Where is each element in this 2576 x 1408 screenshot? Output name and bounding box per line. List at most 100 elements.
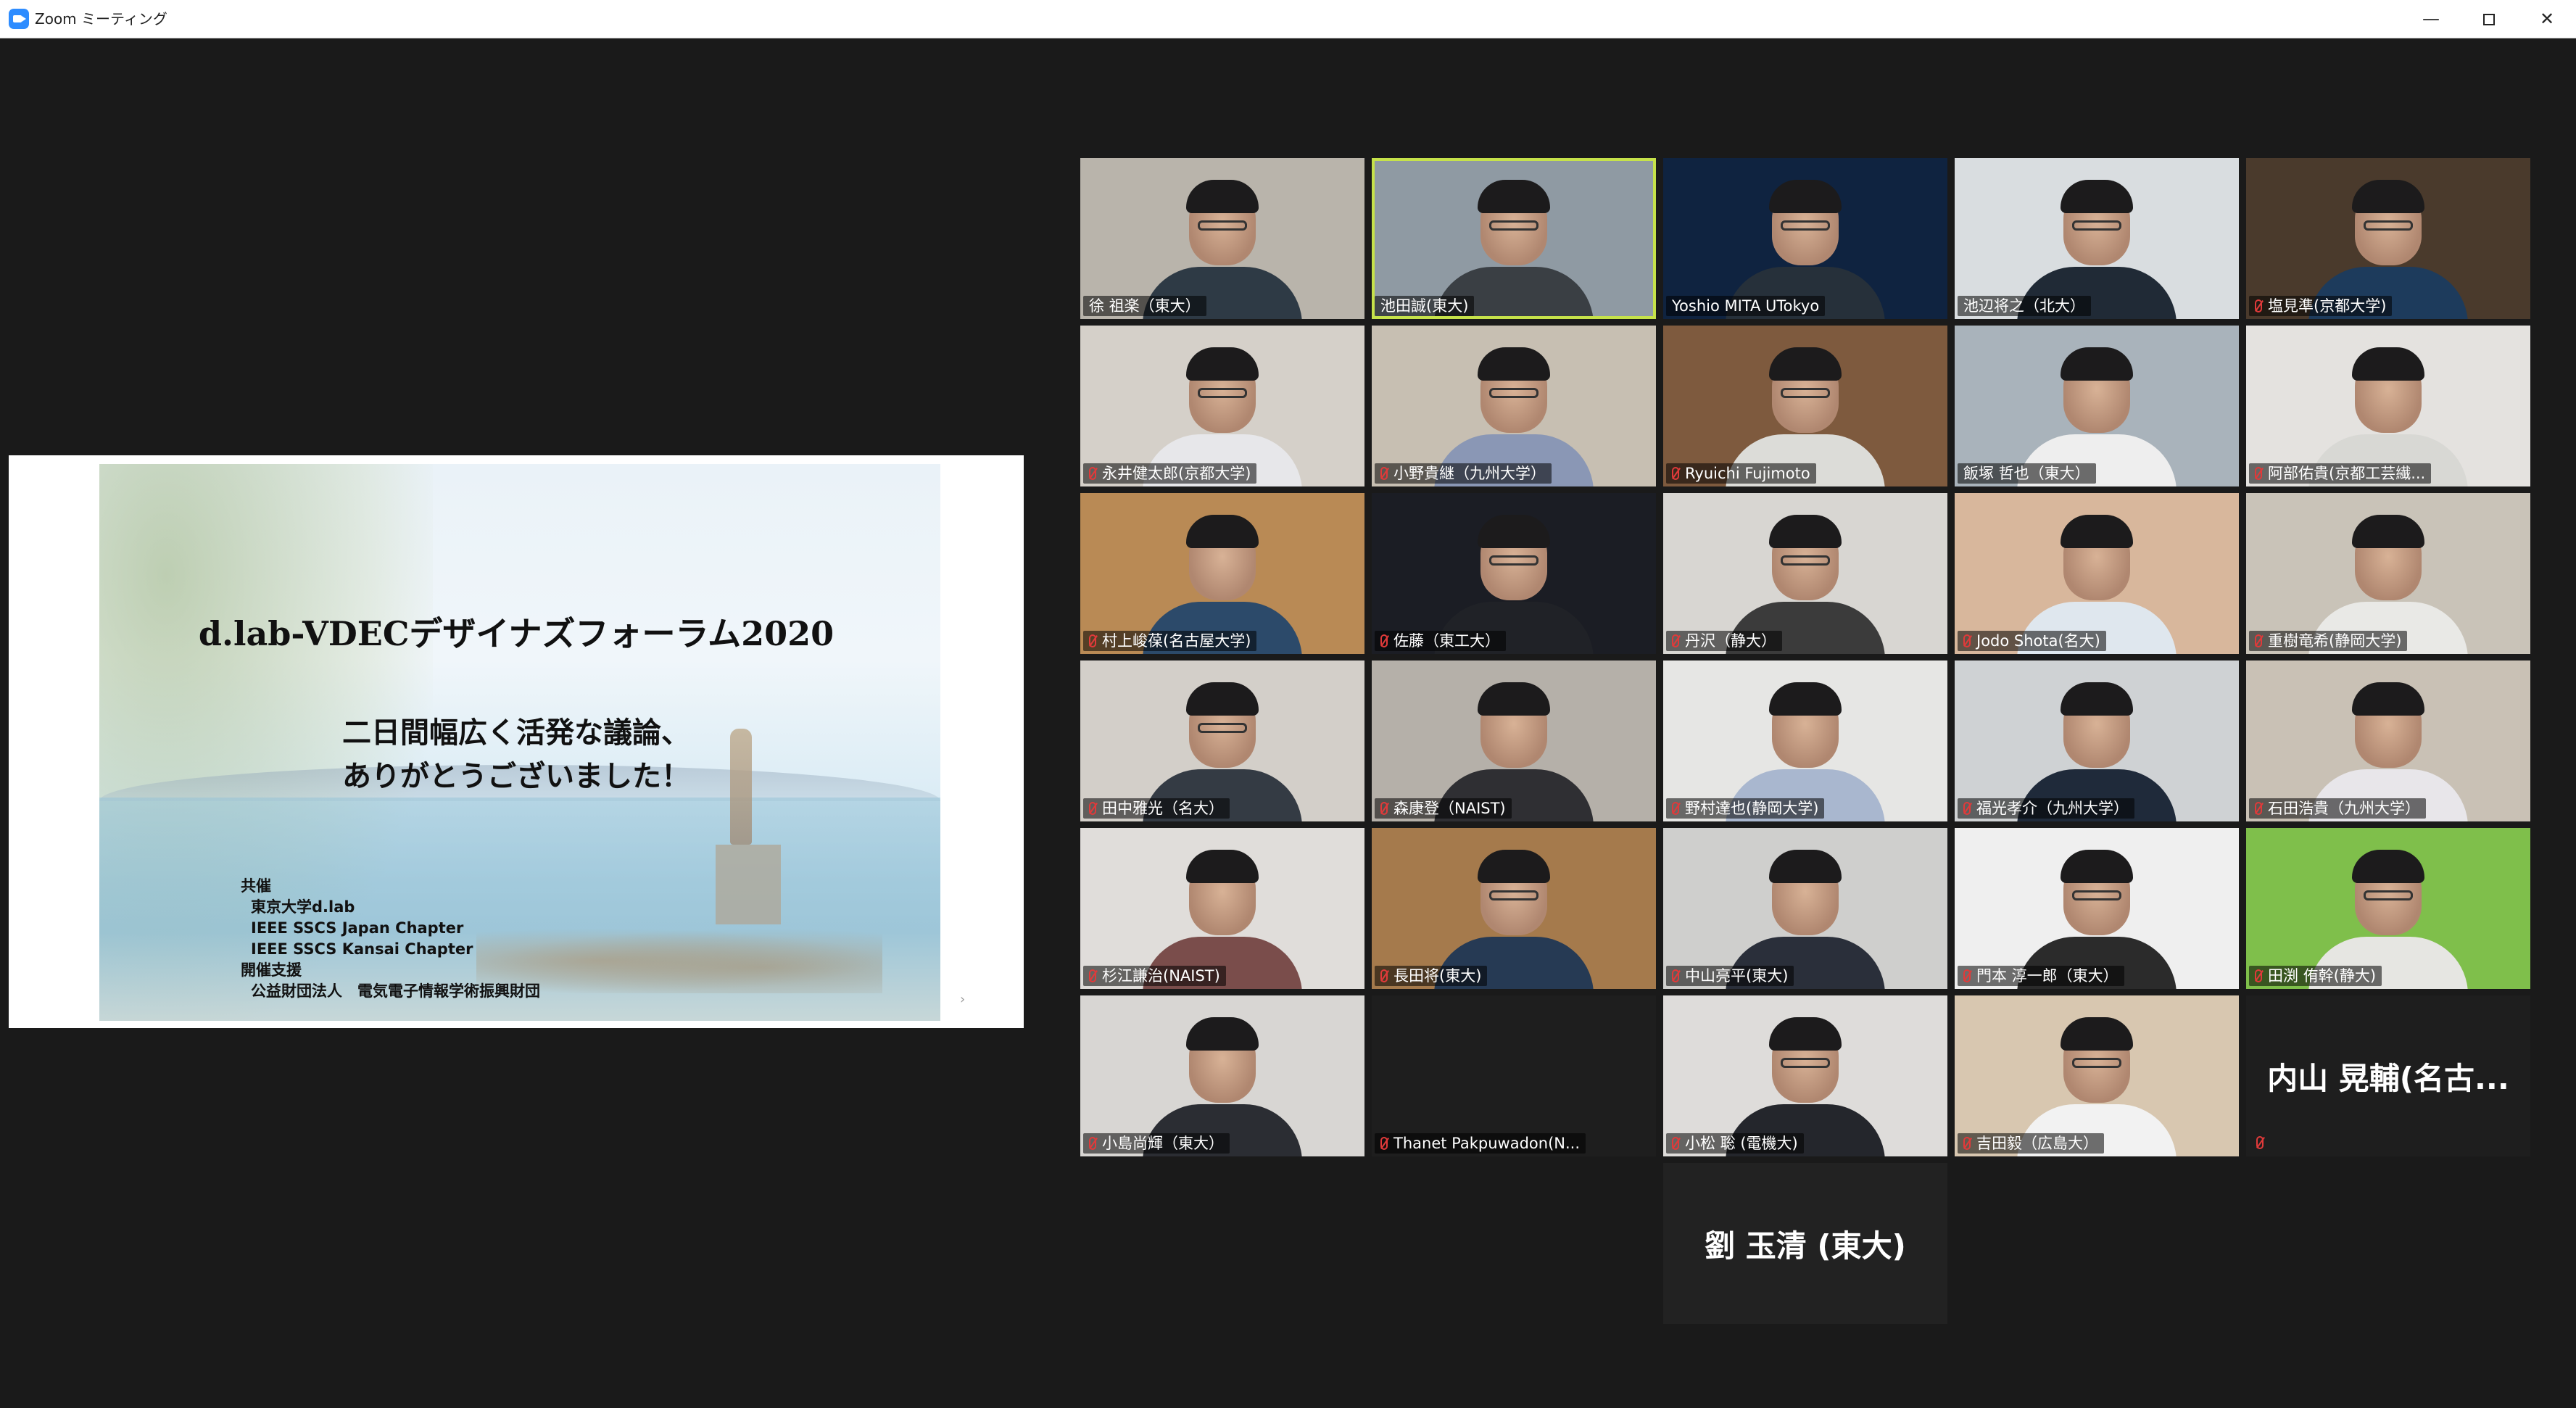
participant-tile[interactable]: 吉田毅（広島大）	[1955, 995, 2239, 1156]
participant-name: 村上峻葆(名古屋大学)	[1102, 632, 1251, 650]
muted-mic-icon	[2256, 1136, 2264, 1149]
participant-tile[interactable]: 佐藤（東工大）	[1372, 493, 1656, 654]
muted-mic-icon	[1672, 1137, 1679, 1150]
participant-tile[interactable]: Jodo Shota(名大)	[1955, 493, 2239, 654]
participant-name-tag: 池田誠(東大)	[1375, 296, 1475, 316]
credit-line: 共催	[241, 877, 271, 895]
participant-face	[1478, 180, 1550, 265]
participant-name-tag: Thanet Pakpuwadon(N...	[1375, 1133, 1586, 1154]
participant-tile[interactable]: 村上峻葆(名古屋大学)	[1080, 493, 1364, 654]
muted-mic-icon	[1380, 1137, 1388, 1150]
muted-mic-icon	[2255, 802, 2262, 815]
participant-name-tag: 森康登（NAIST)	[1375, 798, 1512, 819]
participant-name-tag: 丹沢（静大）	[1666, 631, 1782, 651]
participant-name-tag: 小松 聡 (電機大)	[1666, 1133, 1804, 1154]
participant-tile[interactable]: 内山 晃輔(名古...	[2246, 995, 2530, 1156]
participant-tile[interactable]: 長田将(東大)	[1372, 828, 1656, 989]
slide-subtitle-line2: ありがとうございました！	[342, 760, 690, 793]
participant-face	[1186, 682, 1259, 768]
participant-tile[interactable]: 石田浩貴（九州大学）	[2246, 660, 2530, 821]
participant-face	[1478, 850, 1550, 935]
participant-tile[interactable]: Thanet Pakpuwadon(N...	[1372, 995, 1656, 1156]
participant-tile[interactable]: 小松 聡 (電機大)	[1663, 995, 1947, 1156]
participant-face	[2061, 1017, 2133, 1103]
participant-tile[interactable]: 劉 玉清 (東大)	[1663, 1163, 1947, 1324]
participant-name: 阿部佑貴(京都工芸繊...	[2268, 465, 2426, 482]
participant-face	[1769, 180, 1842, 265]
participant-display-name: 劉 玉清 (東大)	[1705, 1227, 1906, 1264]
participant-tile[interactable]: 門本 淳一郎（東大）	[1955, 828, 2239, 989]
participant-tile[interactable]: 小野貴継（九州大学）	[1372, 326, 1656, 486]
participant-name: 永井健太郎(京都大学)	[1102, 465, 1251, 482]
participant-tile[interactable]: 永井健太郎(京都大学)	[1080, 326, 1364, 486]
participant-face	[2061, 347, 2133, 433]
participant-tile[interactable]: 野村達也(静岡大学)	[1663, 660, 1947, 821]
maximize-button[interactable]	[2460, 0, 2518, 38]
participant-tile[interactable]: 杉江謙治(NAIST)	[1080, 828, 1364, 989]
participant-tile[interactable]: 田中雅光（名大）	[1080, 660, 1364, 821]
muted-mic-icon	[1380, 802, 1388, 815]
credit-line: IEEE SSCS Japan Chapter	[251, 919, 464, 937]
participant-name-tag: 長田将(東大)	[1375, 966, 1488, 986]
participant-tile[interactable]: 丹沢（静大）	[1663, 493, 1947, 654]
zoom-app-icon	[9, 9, 29, 29]
muted-mic-icon	[2255, 634, 2262, 647]
participant-name: 杉江謙治(NAIST)	[1102, 967, 1220, 985]
participant-name-tag: Yoshio MITA UTokyo	[1666, 296, 1826, 316]
slide-subtitle-line1: 二日間幅広く活発な議論、	[342, 716, 690, 750]
participant-tile[interactable]: 田渕 侑幹(静大)	[2246, 828, 2530, 989]
participant-name-tag: 田渕 侑幹(静大)	[2249, 966, 2382, 986]
participant-name-tag: Jodo Shota(名大)	[1958, 631, 2106, 651]
participant-name: 田渕 侑幹(静大)	[2268, 967, 2377, 985]
title-bar: Zoom ミーティング — ✕	[0, 0, 2576, 38]
participant-tile[interactable]: 塩見準(京都大学)	[2246, 158, 2530, 319]
credit-line: IEEE SSCS Kansai Chapter	[251, 940, 473, 958]
shared-screen-slide[interactable]: d.lab-VDECデザイナズフォーラム2020 二日間幅広く活発な議論、 あり…	[9, 455, 1024, 1028]
participant-name-tag: 小野貴継（九州大学）	[1375, 463, 1552, 484]
participant-face	[2352, 515, 2424, 600]
participant-name: Ryuichi Fujimoto	[1685, 465, 1810, 482]
participant-tile[interactable]: 飯塚 哲也（東大）	[1955, 326, 2239, 486]
participant-tile[interactable]: 徐 祖楽（東大）	[1080, 158, 1364, 319]
participant-tile[interactable]: 重樹竜希(静岡大学)	[2246, 493, 2530, 654]
participant-tile[interactable]: 阿部佑貴(京都工芸繊...	[2246, 326, 2530, 486]
participant-tile[interactable]: 森康登（NAIST)	[1372, 660, 1656, 821]
participant-name: 小野貴継（九州大学）	[1393, 465, 1546, 482]
participant-name: Yoshio MITA UTokyo	[1672, 297, 1820, 315]
participant-name: 佐藤（東工大）	[1393, 632, 1500, 650]
minimize-button[interactable]: —	[2402, 0, 2460, 38]
participant-name: 池辺将之（北大）	[1963, 297, 2085, 315]
participant-face	[1186, 515, 1259, 600]
participant-name-tag: 徐 祖楽（東大）	[1083, 296, 1206, 316]
participant-tile[interactable]: 中山亮平(東大)	[1663, 828, 1947, 989]
participant-face	[1186, 1017, 1259, 1103]
participant-name-tag: 杉江謙治(NAIST)	[1083, 966, 1226, 986]
muted-mic-icon	[1963, 969, 1971, 982]
participant-tile[interactable]: 小島尚輝（東大）	[1080, 995, 1364, 1156]
participant-name-tag: 池辺将之（北大）	[1958, 296, 2091, 316]
participant-name-tag: 石田浩貴（九州大学）	[2249, 798, 2426, 819]
participant-name-tag: 野村達也(静岡大学)	[1666, 798, 1825, 819]
window-title: Zoom ミーティング	[35, 10, 167, 28]
participant-name-tag: 中山亮平(東大)	[1666, 966, 1794, 986]
participant-tile[interactable]: Yoshio MITA UTokyo	[1663, 158, 1947, 319]
muted-mic-icon	[1963, 802, 1971, 815]
participant-face	[2061, 850, 2133, 935]
participant-face	[1769, 347, 1842, 433]
close-button[interactable]: ✕	[2518, 0, 2576, 38]
participant-name: 田中雅光（名大）	[1102, 800, 1224, 817]
participant-tile[interactable]: 池辺将之（北大）	[1955, 158, 2239, 319]
participant-tile[interactable]: 池田誠(東大)	[1372, 158, 1656, 319]
muted-mic-icon	[1672, 467, 1679, 480]
participant-face	[2061, 682, 2133, 768]
muted-mic-icon	[2255, 969, 2262, 982]
participant-name: 石田浩貴（九州大学）	[2268, 800, 2420, 817]
participant-tile[interactable]: 福光孝介（九州大学）	[1955, 660, 2239, 821]
participant-face	[1769, 1017, 1842, 1103]
participant-name: 吉田毅（広島大）	[1976, 1135, 2098, 1152]
participant-name-tag: 村上峻葆(名古屋大学)	[1083, 631, 1257, 651]
participant-face	[1478, 347, 1550, 433]
participant-name: 長田将(東大)	[1393, 967, 1482, 985]
participant-tile[interactable]: Ryuichi Fujimoto	[1663, 326, 1947, 486]
participant-face	[2352, 850, 2424, 935]
